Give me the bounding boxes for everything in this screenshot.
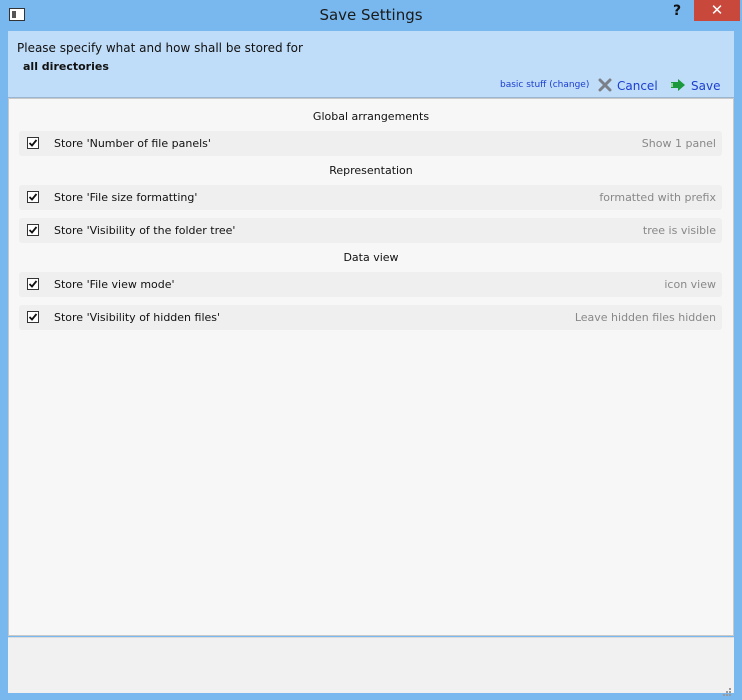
item-value: icon view bbox=[664, 278, 716, 291]
cancel-button[interactable]: Cancel bbox=[598, 77, 658, 95]
checkbox[interactable] bbox=[27, 191, 39, 203]
close-button[interactable]: ✕ bbox=[694, 0, 740, 21]
cancel-label: Cancel bbox=[617, 79, 658, 93]
checkbox[interactable] bbox=[27, 137, 39, 149]
list-item[interactable]: Store 'Number of file panels' Show 1 pan… bbox=[19, 131, 722, 156]
item-label: Store 'Number of file panels' bbox=[54, 137, 211, 150]
item-value: tree is visible bbox=[642, 224, 716, 237]
x-icon bbox=[598, 78, 612, 95]
scope-text: all directories bbox=[23, 60, 109, 73]
section-title-global: Global arrangements bbox=[312, 110, 430, 123]
item-label: Store 'Visibility of hidden files' bbox=[54, 311, 221, 324]
window-title: Save Settings bbox=[319, 6, 423, 24]
list-item[interactable]: Store 'Visibility of the folder tree' tr… bbox=[19, 218, 722, 243]
help-button[interactable]: ? bbox=[662, 1, 692, 21]
item-value: Leave hidden files hidden bbox=[574, 311, 716, 324]
list-item[interactable]: Store 'Visibility of hidden files' Leave… bbox=[19, 305, 722, 330]
resize-grip-icon[interactable] bbox=[722, 681, 731, 696]
item-label: Store 'File size formatting' bbox=[54, 191, 198, 204]
title-bar[interactable]: Save Settings ? ✕ bbox=[0, 0, 742, 32]
arrow-right-icon bbox=[670, 78, 686, 95]
list-item[interactable]: Store 'File view mode' icon view bbox=[19, 272, 722, 297]
item-label: Store 'File view mode' bbox=[54, 278, 175, 291]
checkbox[interactable] bbox=[27, 224, 39, 236]
item-value: formatted with prefix bbox=[599, 191, 716, 204]
footer-bar bbox=[8, 637, 734, 696]
settings-list: Global arrangements Store 'Number of fil… bbox=[8, 98, 734, 636]
save-label: Save bbox=[691, 79, 721, 93]
item-label: Store 'Visibility of the folder tree' bbox=[54, 224, 236, 237]
section-title-data-view: Data view bbox=[343, 251, 399, 264]
change-scope-link[interactable]: basic stuff (change) bbox=[500, 80, 589, 90]
section-title-representation: Representation bbox=[329, 164, 413, 177]
save-button[interactable]: Save bbox=[670, 77, 720, 95]
prompt-text: Please specify what and how shall be sto… bbox=[17, 41, 303, 55]
list-item[interactable]: Store 'File size formatting' formatted w… bbox=[19, 185, 722, 210]
checkbox[interactable] bbox=[27, 311, 39, 323]
header-panel: Please specify what and how shall be sto… bbox=[8, 31, 734, 98]
checkbox[interactable] bbox=[27, 278, 39, 290]
save-settings-window: Save Settings ? ✕ Please specify what an… bbox=[0, 0, 742, 700]
item-value: Show 1 panel bbox=[641, 137, 716, 150]
